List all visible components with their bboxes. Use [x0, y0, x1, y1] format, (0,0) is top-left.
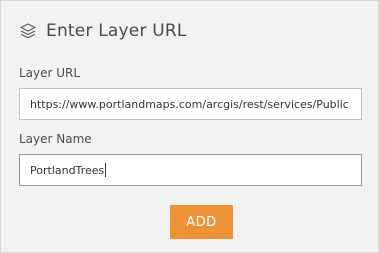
layer-name-value: PortlandTrees	[30, 163, 105, 177]
enter-layer-url-panel: Enter Layer URL Layer URL https://www.po…	[0, 0, 379, 253]
layers-icon	[19, 22, 37, 40]
panel-title: Enter Layer URL	[46, 21, 187, 41]
layer-url-value: https://www.portlandmaps.com/arcgis/rest…	[30, 97, 349, 111]
add-button[interactable]: ADD	[170, 205, 233, 239]
layer-name-input[interactable]: PortlandTrees	[19, 154, 362, 186]
layer-name-label: Layer Name	[19, 132, 92, 146]
layer-url-label: Layer URL	[19, 66, 81, 80]
panel-header: Enter Layer URL	[19, 16, 187, 46]
text-cursor	[105, 163, 107, 177]
layer-url-input[interactable]: https://www.portlandmaps.com/arcgis/rest…	[19, 88, 362, 120]
